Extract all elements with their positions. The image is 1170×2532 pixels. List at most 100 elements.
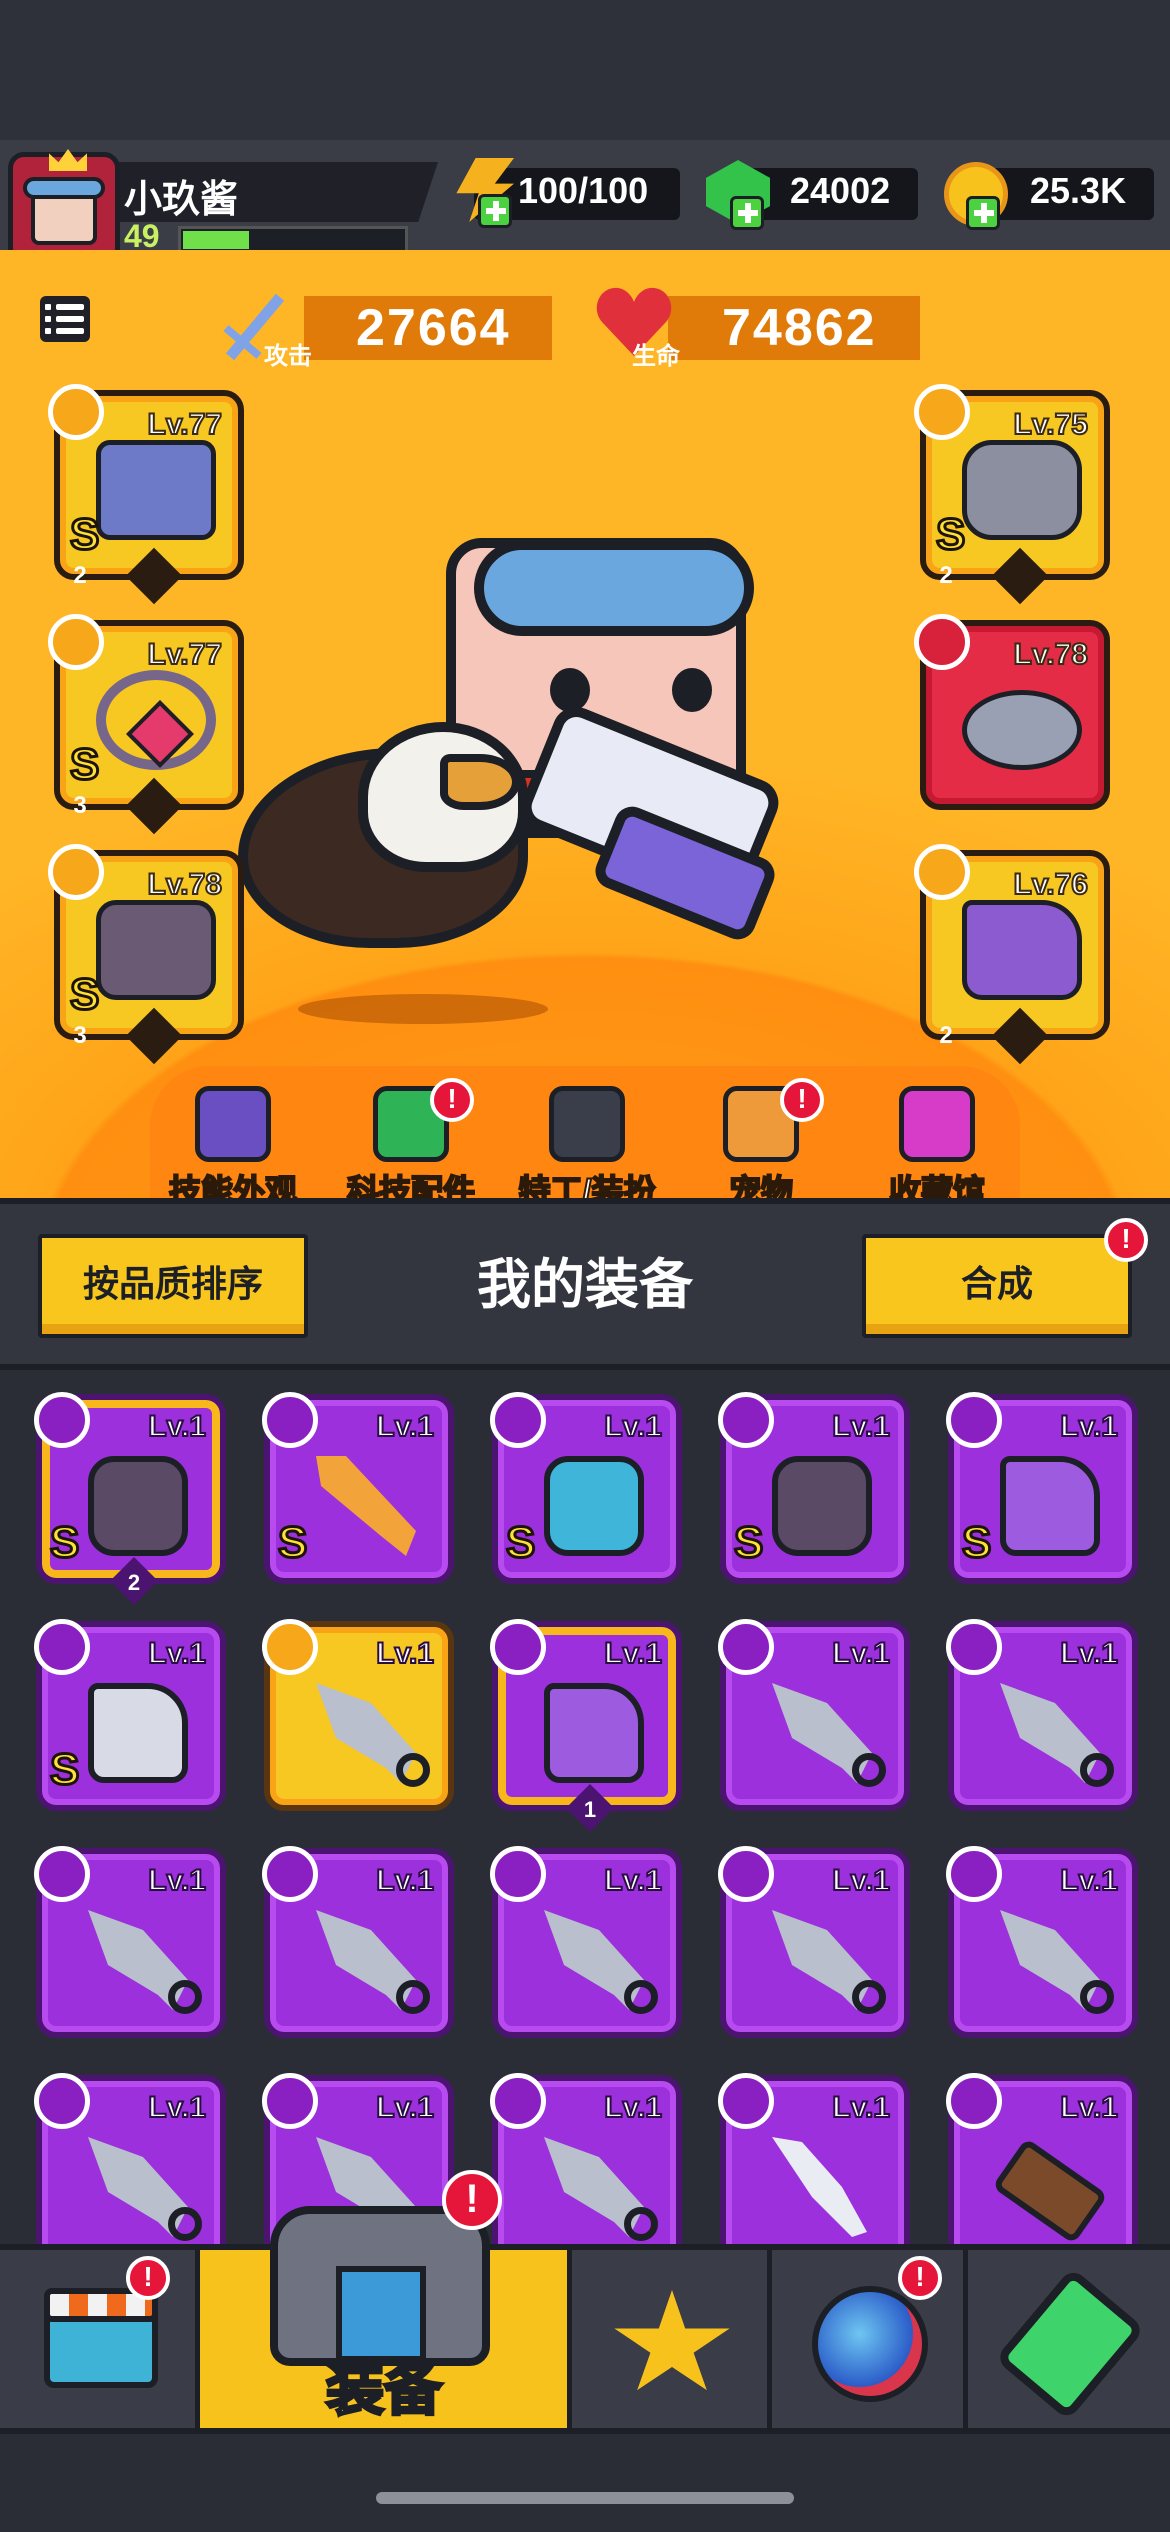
add-energy-button[interactable] <box>478 194 512 228</box>
inventory-grid: Lv.1 S 2 Lv.1 S Lv.1 S Lv.1 S Lv.1 S Lv.1 S Lv.1 Lv.1 1… <box>0 1376 1170 2246</box>
hero-eye-left <box>550 668 590 712</box>
equipped-slot-belt[interactable]: Lv.78 <box>914 614 1110 810</box>
feature-alert-badge: ! <box>780 1078 824 1122</box>
kunai-ring <box>1080 1753 1114 1787</box>
star-count: 2 <box>939 562 953 589</box>
star-count: 2 <box>939 1022 953 1049</box>
kunai-ring <box>168 2207 202 2241</box>
nav-tab-evolve[interactable] <box>968 2250 1170 2428</box>
item-level: Lv.1 <box>1059 1863 1119 1898</box>
item-level: Lv.1 <box>375 1409 435 1444</box>
equipped-level: Lv.75 <box>1013 407 1089 442</box>
item-category-icon <box>262 1619 318 1675</box>
item-level: Lv.1 <box>603 2090 663 2125</box>
menu-list-icon[interactable] <box>40 296 90 342</box>
equipped-level: Lv.78 <box>1013 637 1089 672</box>
boots-item-icon <box>962 900 1082 1000</box>
rank-badge: S <box>48 1744 80 1796</box>
equipped-slot-necklace[interactable]: Lv.77 S 3 <box>48 614 244 835</box>
boots-category-icon <box>914 844 970 900</box>
feature-tech-part[interactable]: 科技配件! <box>326 1078 496 1212</box>
sword-item-icon <box>316 1456 416 1556</box>
item-category-icon <box>946 1846 1002 1902</box>
item-category-icon <box>34 1619 90 1675</box>
inventory-item[interactable]: Lv.1 S <box>262 1392 454 1584</box>
feature-collection[interactable]: 收藏馆 <box>852 1086 1022 1212</box>
inventory-item[interactable]: Lv.1 <box>718 1846 910 2038</box>
inventory-item[interactable]: Lv.1 <box>718 2073 910 2246</box>
kunai-ring <box>852 1753 886 1787</box>
nav-tab-battle[interactable] <box>572 2250 772 2428</box>
item-level: Lv.1 <box>375 1636 435 1671</box>
hp-value: 74862 <box>722 299 877 357</box>
status-strip <box>0 0 1170 140</box>
kunai-ring <box>1080 1980 1114 2014</box>
inventory-item[interactable]: Lv.1 <box>946 2073 1138 2246</box>
item-category-icon <box>718 1846 774 1902</box>
star-count: 3 <box>73 1022 87 1049</box>
gloves-icon <box>772 1456 872 1556</box>
rank-badge: S <box>68 509 100 561</box>
equipped-slot-armor[interactable]: Lv.75 S 2 <box>914 384 1110 605</box>
equipped-slot-boots[interactable]: Lv.76 2 <box>914 844 1110 1065</box>
gloves-icon <box>88 1456 188 1556</box>
equipment-alert-badge: ! <box>442 2170 502 2230</box>
star-count: 3 <box>73 792 87 819</box>
nav-label-equipment: 装备 <box>324 2356 443 2424</box>
add-coins-button[interactable] <box>966 196 1000 230</box>
equipped-level: Lv.76 <box>1013 867 1089 902</box>
hero-eye-right <box>672 668 712 712</box>
item-category-icon <box>946 2073 1002 2129</box>
nav-tab-events[interactable]: ! <box>772 2250 968 2428</box>
item-category-icon <box>490 1392 546 1448</box>
inventory-item[interactable]: Lv.1 1 <box>490 1619 682 1833</box>
rank-badge: S <box>276 1517 308 1569</box>
kunai-ring <box>168 1980 202 2014</box>
inventory-item[interactable]: Lv.1 <box>946 1619 1138 1811</box>
inventory-item[interactable]: Lv.1 <box>34 2073 226 2246</box>
inventory-item[interactable]: Lv.1 <box>490 1846 682 2038</box>
inventory-item[interactable]: Lv.1 S <box>946 1392 1138 1584</box>
kunai-ring <box>624 1980 658 2014</box>
inventory-item[interactable]: Lv.1 S <box>718 1392 910 1584</box>
item-category-icon <box>262 1392 318 1448</box>
kunai-ring <box>624 2207 658 2241</box>
inventory-item[interactable]: Lv.1 <box>946 1846 1138 2038</box>
player-avatar[interactable] <box>8 149 120 264</box>
inventory-item[interactable]: Lv.1 S <box>490 1392 682 1584</box>
belt-category-icon <box>914 614 970 670</box>
attack-value: 27664 <box>356 299 511 357</box>
feature-skill-skin[interactable]: 技能外观 <box>148 1086 318 1212</box>
inventory-item[interactable]: Lv.1 S 2 <box>34 1392 226 1606</box>
merge-button[interactable]: 合成 <box>862 1234 1132 1338</box>
collection-icon <box>899 1086 975 1162</box>
inventory-item[interactable]: Lv.1 <box>262 1619 454 1811</box>
inventory-item[interactable]: Lv.1 <box>34 1846 226 2038</box>
inventory-item[interactable]: Lv.1 <box>490 2073 682 2246</box>
feature-agent[interactable]: 特工/装扮 <box>502 1086 672 1212</box>
inventory-item[interactable]: Lv.1 <box>262 1846 454 2038</box>
item-level: Lv.1 <box>831 1409 891 1444</box>
necklace-category-icon <box>48 614 104 670</box>
necklace-item-icon <box>96 670 216 770</box>
inventory-item[interactable]: Lv.1 S <box>34 1619 226 1811</box>
kunai-ring <box>396 1980 430 2014</box>
star-count: 2 <box>127 1570 141 1595</box>
merge-alert-badge: ! <box>1104 1218 1148 1262</box>
item-level: Lv.1 <box>831 1863 891 1898</box>
equipped-slot-weapon[interactable]: Lv.77 S 2 <box>48 384 244 605</box>
inventory-item[interactable]: Lv.1 <box>718 1619 910 1811</box>
nav-tab-shop[interactable]: ! <box>0 2250 200 2428</box>
star-count: 1 <box>583 1797 597 1822</box>
rank-badge: S <box>934 509 966 561</box>
add-gems-button[interactable] <box>730 196 764 230</box>
rank-badge: S <box>960 1517 992 1569</box>
boots-icon <box>544 1683 644 1783</box>
agent-icon <box>549 1086 625 1162</box>
equipped-level: Lv.78 <box>147 867 223 902</box>
equipped-slot-gloves[interactable]: Lv.78 S 3 <box>48 844 244 1065</box>
feature-pet[interactable]: 宠物! <box>676 1078 846 1212</box>
item-category-icon <box>34 1392 90 1448</box>
gloves-category-icon <box>48 844 104 900</box>
armor-category-icon <box>914 384 970 440</box>
